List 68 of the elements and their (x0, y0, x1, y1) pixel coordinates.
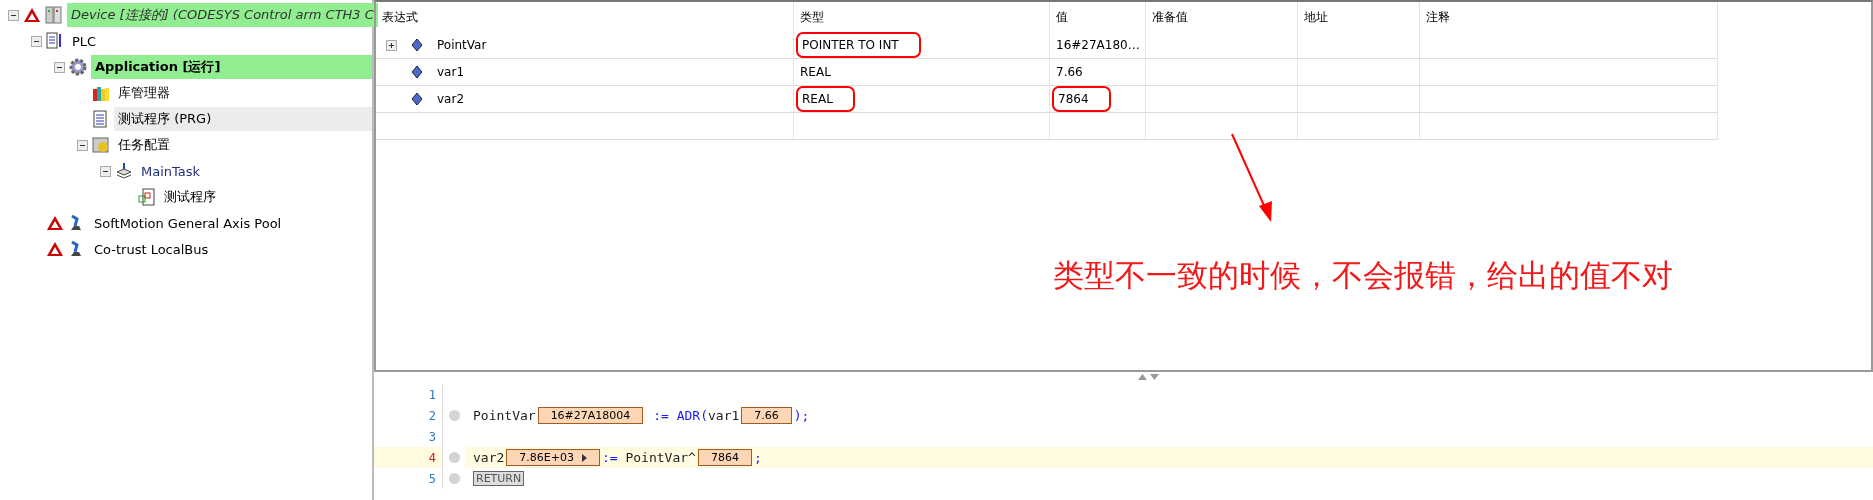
expression-text: PointVar (437, 38, 487, 52)
breakpoint-marker[interactable] (448, 410, 460, 421)
line-number: 3 (427, 429, 437, 444)
collapse-toggle[interactable] (54, 61, 65, 73)
document-icon (92, 110, 110, 128)
tree-item[interactable]: 库管理器 (114, 81, 174, 105)
code-text: var2 (473, 450, 505, 465)
gear-icon (69, 58, 87, 76)
collapse-down-icon (1150, 374, 1159, 380)
warning-icon (46, 241, 64, 257)
document-icon (46, 32, 64, 50)
inline-value[interactable]: 7864 (697, 449, 752, 466)
value-text: 16#27A180… (1056, 38, 1140, 52)
collapse-toggle[interactable] (31, 35, 42, 47)
server-icon (45, 6, 63, 24)
code-text: := (652, 408, 670, 423)
tree-item[interactable]: Co-trust LocalBus (90, 238, 213, 260)
tree-item[interactable]: 测试程序 (160, 185, 220, 209)
warning-icon (46, 215, 64, 231)
expression-text: var1 (437, 65, 465, 79)
variable-icon (411, 92, 423, 106)
column-header[interactable]: 准备值 (1146, 2, 1298, 32)
keyword-text: ADR (676, 408, 701, 423)
breakpoint-marker[interactable] (448, 452, 460, 463)
column-header[interactable]: 表达式 (376, 2, 794, 32)
tree-item[interactable]: 测试程序 (PRG) (114, 107, 372, 131)
document-icon (138, 188, 156, 206)
tree-item[interactable]: 任务配置 (114, 133, 174, 157)
return-keyword: RETURN (473, 471, 525, 486)
type-text: REAL (800, 65, 831, 79)
column-header[interactable]: 值 (1050, 2, 1146, 32)
collapse-toggle[interactable] (77, 139, 88, 151)
column-header[interactable]: 地址 (1298, 2, 1420, 32)
inline-value[interactable]: 7.66 (741, 407, 792, 424)
variable-icon (411, 65, 423, 79)
line-number: 1 (427, 387, 437, 402)
collapse-toggle[interactable] (100, 165, 111, 177)
variable-icon (411, 38, 423, 52)
code-text: ; (753, 450, 762, 465)
tree-item[interactable]: SoftMotion General Axis Pool (90, 212, 286, 234)
tree-item[interactable]: Application [运行] (91, 55, 372, 79)
tree-item[interactable]: Device [连接的] (CODESYS Control arm CTH3 C (67, 3, 378, 27)
tree-item[interactable]: MainTask (137, 160, 205, 182)
code-text: := (601, 450, 619, 465)
code-text: var1 (708, 408, 740, 423)
collapse-up-icon (1138, 374, 1147, 380)
code-text: PointVar^ (625, 450, 696, 465)
line-number: 2 (427, 408, 437, 423)
task-config-icon (92, 136, 110, 154)
column-header[interactable]: 注释 (1420, 2, 1718, 32)
code-text: ); (793, 408, 810, 423)
annotation-text: 类型不一致的时候，不会报错，给出的值不对 (1053, 256, 1673, 295)
tree-item[interactable]: PLC (68, 30, 101, 52)
expand-toggle[interactable] (386, 39, 397, 51)
inline-value[interactable]: 7.86E+03 (506, 449, 600, 466)
warning-icon (23, 7, 41, 23)
value-text: 7.66 (1056, 65, 1083, 79)
line-number: 4 (427, 450, 437, 465)
breakpoint-marker[interactable] (448, 473, 460, 484)
code-text: ( (700, 408, 708, 423)
expression-text: var2 (437, 92, 465, 106)
layers-icon (115, 162, 133, 180)
column-header[interactable]: 类型 (794, 2, 1050, 32)
inline-value[interactable]: 16#27A18004 (537, 407, 644, 424)
code-text: PointVar (473, 408, 536, 423)
collapse-toggle[interactable] (8, 9, 19, 21)
line-number: 5 (427, 471, 437, 486)
books-icon (92, 84, 110, 102)
